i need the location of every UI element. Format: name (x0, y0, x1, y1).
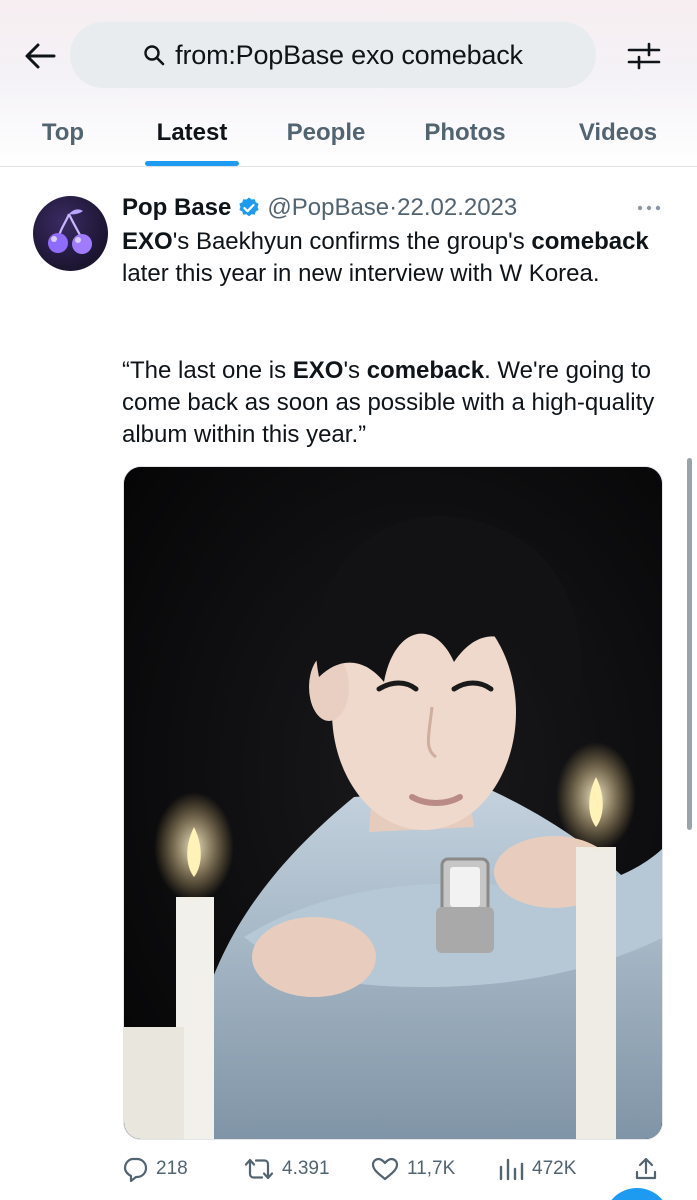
views-button[interactable]: 472K (498, 1152, 576, 1186)
filter-sliders-icon (627, 42, 661, 70)
back-button[interactable] (18, 36, 62, 76)
scrollbar[interactable] (687, 458, 692, 830)
share-icon (635, 1157, 657, 1180)
compose-button[interactable] (604, 1188, 670, 1200)
portrait-photo-image (124, 467, 662, 1139)
para2-run: “The last one is (122, 357, 293, 384)
views-count: 472K (532, 1158, 577, 1179)
header-divider (0, 166, 697, 167)
tab-top[interactable]: Top (18, 100, 108, 166)
like-count: 11,7K (407, 1158, 456, 1179)
retweet-icon (244, 1158, 274, 1180)
avatar[interactable] (33, 196, 108, 271)
tweet-header: Pop Base @PopBase·22.02.2023 (122, 192, 517, 224)
like-icon (371, 1157, 399, 1181)
search-input[interactable]: from:PopBase exo comeback (70, 22, 596, 88)
para1-run: comeback (531, 228, 649, 255)
search-query-text: from:PopBase exo comeback (175, 39, 523, 70)
handle-and-date: @PopBase·22.02.2023 (267, 194, 518, 221)
para2-run: EXO (292, 357, 344, 384)
tab-people[interactable]: People (270, 100, 382, 166)
cherry-logo-icon (48, 209, 92, 254)
tweet-photo[interactable] (123, 466, 663, 1140)
tweet-actions: 218 4.391 11,7K 472K (0, 1152, 697, 1186)
para1-run: 's Baekhyun confirms the group's (172, 228, 532, 255)
back-arrow-icon (25, 43, 56, 69)
retweet-button[interactable]: 4.391 (244, 1152, 330, 1186)
share-button[interactable] (634, 1152, 658, 1186)
tweet-text-paragraph-1: EXO's Baekhyun confirms the group's come… (122, 226, 662, 290)
search-icon (144, 45, 165, 66)
like-button[interactable]: 11,7K (371, 1152, 455, 1186)
display-name[interactable]: Pop Base (122, 194, 231, 222)
search-tabs: Top Latest People Photos Videos (0, 100, 697, 166)
tab-latest[interactable]: Latest (140, 100, 244, 166)
search-header: from:PopBase exo comeback Top Latest Peo… (0, 0, 697, 168)
views-icon (499, 1158, 524, 1181)
verified-badge-icon (239, 197, 259, 217)
para1-run: later this year in new interview with W … (122, 260, 600, 287)
more-icon (637, 205, 661, 211)
more-options-button[interactable] (634, 196, 664, 220)
para1-run: EXO (122, 228, 173, 255)
reply-icon (123, 1157, 148, 1182)
para2-run: 's (343, 357, 367, 384)
reply-button[interactable]: 218 (122, 1152, 188, 1186)
tweet-text-paragraph-2: “The last one is EXO's comeback. We're g… (122, 355, 662, 451)
reply-count: 218 (156, 1158, 188, 1179)
tab-photos[interactable]: Photos (408, 100, 522, 166)
tab-videos[interactable]: Videos (560, 100, 676, 166)
search-filter-button[interactable] (622, 34, 666, 78)
para2-run: comeback (366, 357, 485, 384)
retweet-count: 4.391 (282, 1158, 330, 1179)
